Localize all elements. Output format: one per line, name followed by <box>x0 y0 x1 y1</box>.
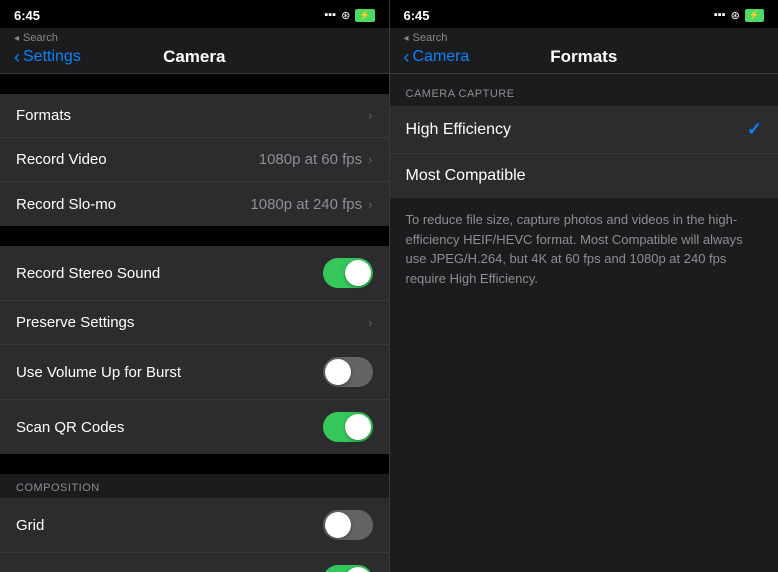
grid-label: Grid <box>16 517 44 534</box>
formats-chevron: › <box>368 108 372 123</box>
scan-qr-label: Scan QR Codes <box>16 419 124 436</box>
scan-qr-item[interactable]: Scan QR Codes <box>0 400 389 454</box>
battery-icon-left: ⚡ <box>355 9 374 22</box>
formats-item[interactable]: Formats › <box>0 94 389 138</box>
search-label-left: Search <box>23 32 58 44</box>
nav-bar-left: ◂ Search ‹ Settings Camera <box>0 28 389 73</box>
signal-icon-right: ▪▪▪ <box>714 9 726 21</box>
record-video-chevron: › <box>368 152 372 167</box>
group-formats: Formats › Record Video 1080p at 60 fps ›… <box>0 94 389 226</box>
formats-list: CAMERA CAPTURE High Efficiency ✓ Most Co… <box>390 74 778 572</box>
time-right: 6:45 <box>404 8 430 23</box>
grid-knob <box>325 512 351 538</box>
back-text-right: Camera <box>413 48 470 66</box>
high-efficiency-label: High Efficiency <box>406 121 512 139</box>
back-arrow-search-right: ◂ <box>404 33 409 44</box>
most-compatible-item[interactable]: Most Compatible <box>390 154 778 198</box>
right-panel: 6:45 ▪▪▪ ⊛ ⚡ ◂ Search ‹ Camera Formats C… <box>390 0 778 572</box>
record-stereo-toggle[interactable] <box>323 258 373 288</box>
status-bar-left: 6:45 ▪▪▪ ⊛ ⚡ <box>0 0 389 28</box>
record-video-value: 1080p at 60 fps <box>259 151 362 168</box>
preserve-settings-item[interactable]: Preserve Settings › <box>0 301 389 345</box>
formats-group: High Efficiency ✓ Most Compatible <box>390 106 778 198</box>
time-left: 6:45 <box>14 8 40 23</box>
preserve-settings-chevron: › <box>368 315 372 330</box>
mirror-front-toggle[interactable] <box>323 565 373 572</box>
search-label-right: Search <box>413 32 448 44</box>
gap3 <box>0 454 389 474</box>
formats-title: Formats <box>550 47 617 67</box>
battery-icon-right: ⚡ <box>745 9 764 22</box>
top-gap <box>0 74 389 94</box>
search-back-left[interactable]: ◂ Search <box>14 32 375 44</box>
settings-list: Formats › Record Video 1080p at 60 fps ›… <box>0 74 389 572</box>
settings-back-button[interactable]: ‹ Settings <box>14 47 81 68</box>
back-arrow-search-left: ◂ <box>14 33 19 44</box>
record-slomo-item[interactable]: Record Slo-mo 1080p at 240 fps › <box>0 182 389 226</box>
grid-toggle[interactable] <box>323 510 373 540</box>
record-video-right: 1080p at 60 fps › <box>259 151 373 168</box>
grid-item[interactable]: Grid <box>0 498 389 553</box>
scan-qr-toggle[interactable] <box>323 412 373 442</box>
formats-label: Formats <box>16 107 71 124</box>
record-stereo-knob <box>345 260 371 286</box>
record-slomo-chevron: › <box>368 197 372 212</box>
status-bar-right: 6:45 ▪▪▪ ⊛ ⚡ <box>390 0 778 28</box>
camera-title: Camera <box>163 47 225 67</box>
camera-capture-label: CAMERA CAPTURE <box>390 74 778 106</box>
group-composition: Grid Mirror Front Camera <box>0 498 389 572</box>
record-slomo-label: Record Slo-mo <box>16 196 116 213</box>
wifi-icon-right: ⊛ <box>731 9 740 22</box>
format-description: To reduce file size, capture photos and … <box>390 198 778 300</box>
left-panel: 6:45 ▪▪▪ ⊛ ⚡ ◂ Search ‹ Settings Camera … <box>0 0 389 572</box>
record-video-item[interactable]: Record Video 1080p at 60 fps › <box>0 138 389 182</box>
mirror-front-item[interactable]: Mirror Front Camera <box>0 553 389 572</box>
nav-bar-right: ◂ Search ‹ Camera Formats <box>390 28 778 73</box>
composition-section-label: COMPOSITION <box>0 474 389 498</box>
back-text-left: Settings <box>23 48 81 66</box>
signal-icon-left: ▪▪▪ <box>324 9 336 21</box>
camera-back-button[interactable]: ‹ Camera <box>404 47 470 68</box>
status-icons-left: ▪▪▪ ⊛ ⚡ <box>324 9 374 22</box>
nav-title-row-right: ‹ Camera Formats <box>404 47 765 67</box>
record-stereo-item[interactable]: Record Stereo Sound <box>0 246 389 301</box>
group-sound: Record Stereo Sound Preserve Settings › … <box>0 246 389 454</box>
volume-burst-knob <box>325 359 351 385</box>
record-slomo-right: 1080p at 240 fps › <box>250 196 372 213</box>
back-chevron-left: ‹ <box>14 47 20 68</box>
record-slomo-value: 1080p at 240 fps <box>250 196 362 213</box>
most-compatible-label: Most Compatible <box>406 167 526 185</box>
formats-right: › <box>368 108 372 123</box>
record-stereo-label: Record Stereo Sound <box>16 265 160 282</box>
preserve-settings-right: › <box>368 315 372 330</box>
nav-title-row-left: ‹ Settings Camera <box>14 47 375 67</box>
volume-burst-toggle[interactable] <box>323 357 373 387</box>
mirror-front-knob <box>345 567 371 572</box>
status-icons-right: ▪▪▪ ⊛ ⚡ <box>714 9 764 22</box>
volume-burst-item[interactable]: Use Volume Up for Burst <box>0 345 389 400</box>
back-chevron-right: ‹ <box>404 47 410 68</box>
search-back-right[interactable]: ◂ Search <box>404 32 765 44</box>
gap2 <box>0 226 389 246</box>
record-video-label: Record Video <box>16 151 107 168</box>
high-efficiency-item[interactable]: High Efficiency ✓ <box>390 106 778 154</box>
wifi-icon-left: ⊛ <box>341 9 350 22</box>
high-efficiency-checkmark: ✓ <box>747 119 762 140</box>
volume-burst-label: Use Volume Up for Burst <box>16 364 181 381</box>
preserve-settings-label: Preserve Settings <box>16 314 134 331</box>
scan-qr-knob <box>345 414 371 440</box>
